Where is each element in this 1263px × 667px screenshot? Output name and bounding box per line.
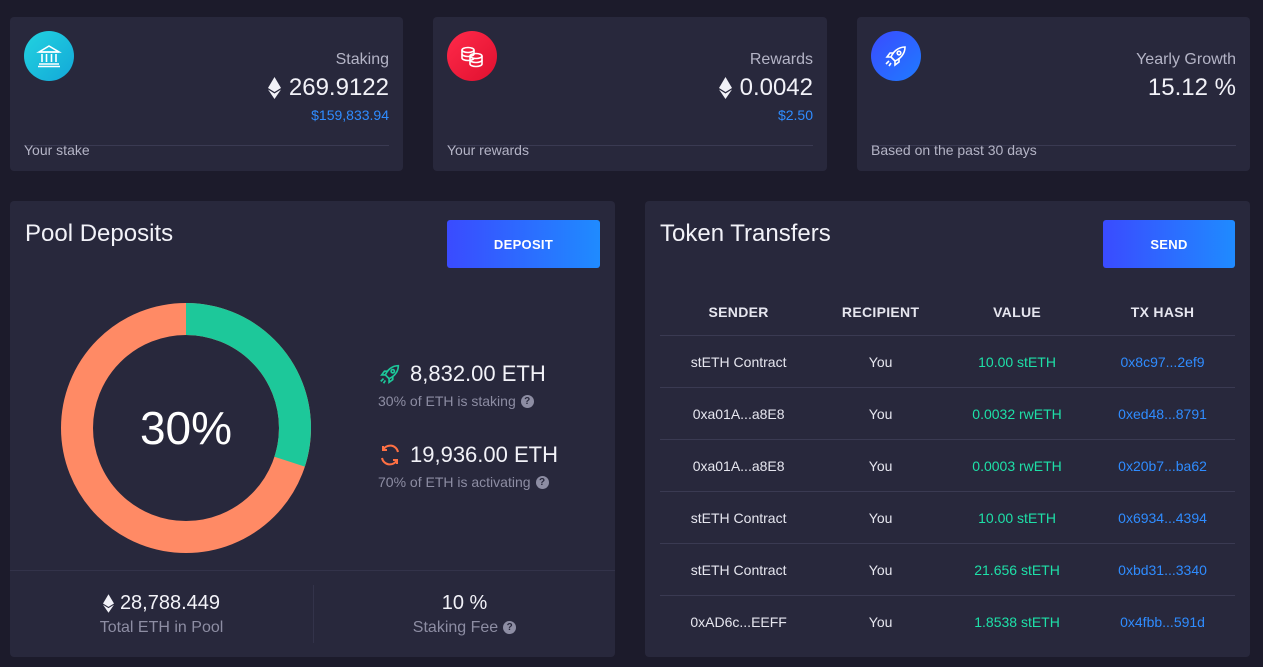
legend-staking-amount-text: 8,832.00 ETH xyxy=(410,361,546,386)
total-eth-value: 28,788.449 xyxy=(102,591,221,615)
staking-fee-label-text: Staking Fee xyxy=(412,618,499,636)
stat-card-rewards: Rewards 0.0042 $2.50 Your rewards xyxy=(433,17,827,171)
cell-sender: stETH Contract xyxy=(660,543,818,596)
cell-sender: 0xa01A...a8E8 xyxy=(660,387,818,440)
stat-usd: $159,833.94 xyxy=(311,107,389,123)
cell-tx-hash-link[interactable]: 0x20b7...ba62 xyxy=(1090,439,1235,492)
pool-deposits-title: Pool Deposits xyxy=(25,220,174,247)
cell-value: 1.8538 stETH xyxy=(974,613,1060,630)
cell-recipient: You xyxy=(817,543,944,596)
legend-activating-amount-text: 19,936.00 ETH xyxy=(410,442,558,467)
cell-recipient: You xyxy=(868,613,893,630)
stat-usd: $2.50 xyxy=(777,107,813,123)
legend-staking-sub-text: 30% of ETH is staking xyxy=(378,393,516,409)
stat-value: 15.12 % xyxy=(1148,74,1236,102)
cell-sender: 0xa01A...a8E8 xyxy=(660,439,818,492)
pool-deposits-card: Pool Deposits DEPOSIT 30% 8,832.00 ETH 3… xyxy=(10,201,615,657)
stat-value: 269.9122 xyxy=(267,74,389,102)
send-button[interactable]: SEND xyxy=(1103,220,1235,268)
cell-recipient: You xyxy=(817,491,944,544)
cell-tx-hash-link[interactable]: 0xed48...8791 xyxy=(1090,387,1235,440)
legend-activating-sub: 70% of ETH is activating ? xyxy=(378,474,558,490)
stat-value-text: 0.0042 xyxy=(739,74,813,101)
eth-icon xyxy=(718,77,732,99)
rocket-icon xyxy=(380,364,400,384)
staking-fee-value: 10 % xyxy=(441,591,488,614)
legend-activating-amount: 19,936.00 ETH xyxy=(378,442,558,468)
bank-icon xyxy=(24,31,74,81)
legend-activating-sub-text: 70% of ETH is activating xyxy=(378,474,531,490)
table-row: stETH Contract You 10.00 stETH 0x6934...… xyxy=(660,491,1235,544)
cell-value: 10.00 stETH xyxy=(944,335,1091,388)
cell-value: 0.0003 rwETH xyxy=(944,439,1091,492)
stat-value-text: 269.9122 xyxy=(288,74,389,101)
cell-recipient: You xyxy=(817,387,944,440)
column-header-sender: SENDER xyxy=(660,289,818,336)
token-transfers-title: Token Transfers xyxy=(660,220,831,247)
cell-tx-hash-link[interactable]: 0x8c97...2ef9 xyxy=(1090,335,1235,388)
table-row: 0xAD6c...EEFF You 1.8538 stETH 0x4fbb...… xyxy=(660,596,1235,648)
coins-icon xyxy=(447,31,497,81)
cell-value: 0.0032 rwETH xyxy=(944,387,1091,440)
legend-staking: 8,832.00 ETH 30% of ETH is staking ? xyxy=(378,361,546,409)
column-header-tx-hash: TX HASH xyxy=(1090,289,1235,336)
eth-icon xyxy=(267,77,281,99)
cell-tx-hash-link[interactable]: 0x6934...4394 xyxy=(1090,491,1235,544)
cell-value: 10.00 stETH xyxy=(944,491,1091,544)
legend-activating: 19,936.00 ETH 70% of ETH is activating ? xyxy=(378,442,558,490)
table-row: stETH Contract You 10.00 stETH 0x8c97...… xyxy=(660,335,1235,388)
help-icon[interactable]: ? xyxy=(503,621,517,634)
stat-value-text: 15.12 % xyxy=(1147,74,1236,101)
legend-staking-amount: 8,832.00 ETH xyxy=(378,361,546,387)
staking-fee-label: Staking Fee ? xyxy=(412,618,517,637)
total-eth-value-text: 28,788.449 xyxy=(119,591,221,614)
table-header-row: SENDER RECIPIENT VALUE TX HASH xyxy=(660,289,1235,336)
total-eth-label: Total ETH in Pool xyxy=(99,618,224,636)
stat-label: Rewards xyxy=(749,51,813,68)
cell-tx-hash-link[interactable]: 0xbd31...3340 xyxy=(1090,543,1235,596)
cell-value: 21.656 stETH xyxy=(944,543,1091,596)
pool-footer: 28,788.449 Total ETH in Pool 10 % Stakin… xyxy=(10,570,615,657)
table-row: stETH Contract You 21.656 stETH 0xbd31..… xyxy=(660,543,1235,596)
cell-tx-hash-link[interactable]: 0x4fbb...591d xyxy=(1090,596,1235,648)
cell-sender: 0xAD6c...EEFF xyxy=(690,613,787,630)
help-icon[interactable]: ? xyxy=(535,475,549,489)
token-transfers-card: Token Transfers SEND SENDER RECIPIENT VA… xyxy=(645,201,1250,657)
stat-footer: Your rewards xyxy=(447,142,529,158)
table-row: 0xa01A...a8E8 You 0.0003 rwETH 0x20b7...… xyxy=(660,439,1235,492)
rocket-icon xyxy=(871,31,921,81)
pool-donut-chart: 30% xyxy=(60,302,312,554)
column-header-value: VALUE xyxy=(944,289,1091,336)
cell-recipient: You xyxy=(817,439,944,492)
stat-footer: Based on the past 30 days xyxy=(871,142,1037,158)
total-eth-block: 28,788.449 Total ETH in Pool xyxy=(10,571,313,657)
cell-sender: stETH Contract xyxy=(660,491,818,544)
stat-value: 0.0042 xyxy=(718,74,813,102)
stat-card-staking: Staking 269.9122 $159,833.94 Your stake xyxy=(10,17,403,171)
column-header-recipient: RECIPIENT xyxy=(817,289,944,336)
donut-center-percent: 30% xyxy=(139,402,233,454)
stat-label: Yearly Growth xyxy=(1136,51,1236,68)
staking-fee-block: 10 % Staking Fee ? xyxy=(314,571,615,657)
stat-label: Staking xyxy=(335,51,389,68)
transfers-table: SENDER RECIPIENT VALUE TX HASH stETH Con… xyxy=(660,289,1235,647)
help-icon[interactable]: ? xyxy=(520,394,534,408)
stat-card-yearly-growth: Yearly Growth 15.12 % Based on the past … xyxy=(857,17,1250,171)
cell-sender: stETH Contract xyxy=(660,335,818,388)
stat-footer: Your stake xyxy=(24,142,90,158)
legend-staking-sub: 30% of ETH is staking ? xyxy=(378,393,546,409)
eth-icon xyxy=(102,593,114,613)
deposit-button[interactable]: DEPOSIT xyxy=(447,220,600,268)
table-row: 0xa01A...a8E8 You 0.0032 rwETH 0xed48...… xyxy=(660,387,1235,440)
cell-recipient: You xyxy=(817,335,944,388)
refresh-icon xyxy=(381,444,399,466)
